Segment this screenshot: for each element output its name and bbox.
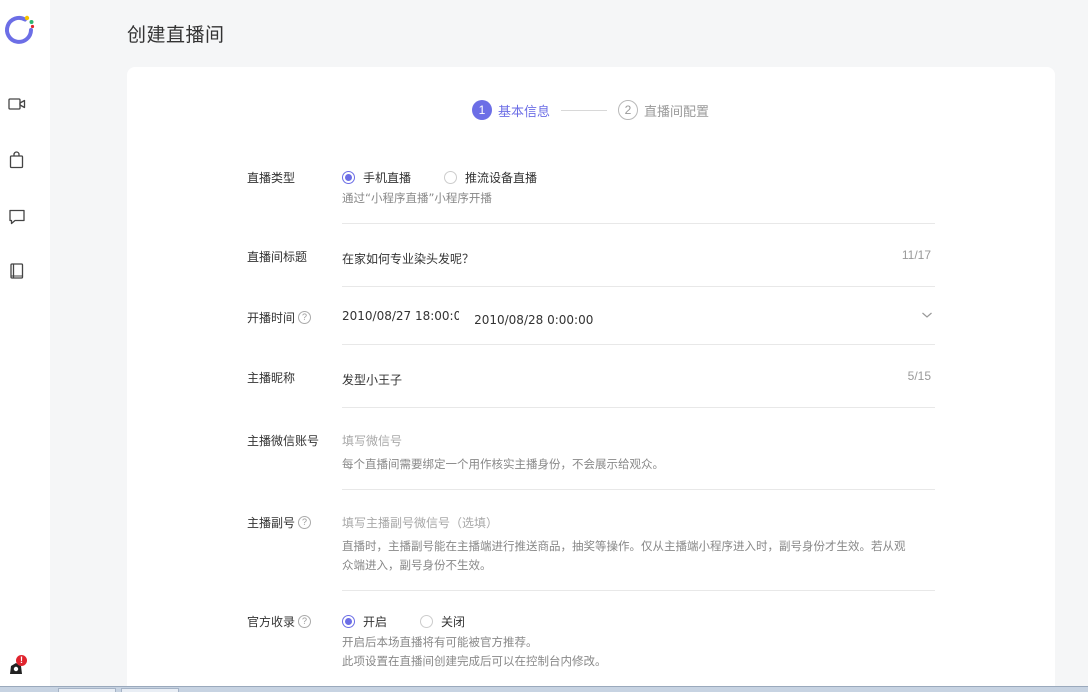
chevron-down-icon[interactable] xyxy=(921,309,933,321)
start-time-label-wrap: 开播时间 ? xyxy=(247,309,312,326)
start-time-label: 开播时间 xyxy=(247,311,296,325)
radio-checked-icon[interactable] xyxy=(342,615,355,628)
step-2-label: 直播间配置 xyxy=(644,104,710,120)
taskbar xyxy=(0,686,1088,692)
radio-checked-icon[interactable] xyxy=(342,171,355,184)
start-time-value[interactable]: 2010/08/27 18:00:0( xyxy=(342,309,459,323)
notification-badge[interactable]: ! xyxy=(16,655,27,666)
divider xyxy=(342,407,935,408)
anchor-nickname-value[interactable]: 发型小王子 xyxy=(342,373,402,387)
live-type-radio-group: 手机直播 推流设备直播 xyxy=(342,169,935,186)
form-card: 1 基本信息 2 直播间配置 直播类型 手机直播 推流设备直播 通过“小程序直播… xyxy=(127,67,1055,692)
radio-disable[interactable]: 关闭 xyxy=(420,613,465,630)
official-include-label-wrap: 官方收录 ? xyxy=(247,613,312,630)
shopping-bag-icon[interactable] xyxy=(8,151,26,169)
official-include-label: 官方收录 xyxy=(247,615,296,629)
divider xyxy=(342,590,935,591)
step-connector xyxy=(561,109,608,111)
help-icon[interactable]: ? xyxy=(298,311,312,324)
help-icon[interactable]: ? xyxy=(298,516,312,529)
divider xyxy=(342,286,935,287)
room-title-label: 直播间标题 xyxy=(247,250,308,264)
radio-unchecked-icon[interactable] xyxy=(444,171,458,184)
anchor-nickname-input[interactable]: 发型小王子 5/15 xyxy=(342,369,935,388)
sidebar: ! xyxy=(0,0,50,692)
end-time-value[interactable]: 2010/08/28 0:00:00 xyxy=(474,313,593,327)
taskbar-button[interactable] xyxy=(121,688,179,692)
anchor-wechat-label: 主播微信账号 xyxy=(247,434,320,448)
room-title-counter: 11/17 xyxy=(901,248,931,262)
help-icon[interactable]: ? xyxy=(298,615,312,628)
anchor-wechat-hint: 每个直播间需要绑定一个用作核实主播身份，不会展示给观众。 xyxy=(342,457,664,471)
live-type-label: 直播类型 xyxy=(247,171,296,185)
book-icon[interactable] xyxy=(8,262,26,280)
divider xyxy=(342,344,935,345)
anchor-wechat-input[interactable]: 填写微信号 xyxy=(342,432,935,449)
anchor-sub-label: 主播副号 xyxy=(247,516,296,530)
start-time-picker[interactable]: 2010/08/27 18:00:0( 2010/08/28 0:00:00 xyxy=(342,309,935,328)
chat-bubble-icon[interactable] xyxy=(8,208,26,226)
app-logo-icon[interactable] xyxy=(3,13,35,45)
official-include-control: 开启 关闭 开启后本场直播将有可能被官方推荐。 此项设置在直播间创建完成后可以在… xyxy=(342,613,935,671)
taskbar-button[interactable] xyxy=(58,688,116,692)
anchor-sub-control: 填写主播副号微信号（选填） 直播时，主播副号能在主播端进行推送商品，抽奖等操作。… xyxy=(342,514,935,575)
step-2-number: 2 xyxy=(618,100,639,120)
page-title: 创建直播间 xyxy=(127,24,225,46)
official-include-radio-group: 开启 关闭 xyxy=(342,613,935,630)
step-1-number: 1 xyxy=(472,100,492,120)
official-include-hint-line1: 开启后本场直播将有可能被官方推荐。 xyxy=(342,635,538,649)
anchor-sub-input[interactable]: 填写主播副号微信号（选填） xyxy=(342,514,935,531)
anchor-sub-hint-line2: 众端进入，副号身份不生效。 xyxy=(342,558,492,572)
radio-mobile-live-label[interactable]: 手机直播 xyxy=(363,169,411,186)
video-camera-icon[interactable] xyxy=(8,95,26,113)
anchor-nickname-counter: 5/15 xyxy=(907,369,931,383)
step-1-label: 基本信息 xyxy=(498,104,551,120)
anchor-wechat-control: 填写微信号 每个直播间需要绑定一个用作核实主播身份，不会展示给观众。 xyxy=(342,432,935,474)
anchor-sub-label-wrap: 主播副号 ? xyxy=(247,514,312,531)
anchor-nickname-label: 主播昵称 xyxy=(247,371,296,385)
radio-mobile-live[interactable]: 手机直播 xyxy=(342,169,411,186)
anchor-sub-hint-line1: 直播时，主播副号能在主播端进行推送商品，抽奖等操作。仅从主播端小程序进入时，副号… xyxy=(342,539,906,553)
divider xyxy=(342,223,935,224)
official-include-hint-line2: 此项设置在直播间创建完成后可以在控制台内修改。 xyxy=(342,654,607,668)
divider xyxy=(342,489,935,490)
radio-disable-label[interactable]: 关闭 xyxy=(441,613,465,630)
radio-enable[interactable]: 开启 xyxy=(342,613,387,630)
stepper: 1 基本信息 2 直播间配置 xyxy=(472,99,709,121)
radio-push-device-live[interactable]: 推流设备直播 xyxy=(444,169,537,186)
live-type-hint: 通过“小程序直播”小程序开播 xyxy=(342,191,492,205)
radio-push-device-live-label[interactable]: 推流设备直播 xyxy=(465,169,537,186)
room-title-value[interactable]: 在家如何专业染头发呢？ xyxy=(342,252,474,266)
live-type-control: 手机直播 推流设备直播 通过“小程序直播”小程序开播 xyxy=(342,169,935,208)
room-title-input[interactable]: 在家如何专业染头发呢？ 11/17 xyxy=(342,248,935,267)
radio-enable-label[interactable]: 开启 xyxy=(363,613,387,630)
radio-unchecked-icon[interactable] xyxy=(420,615,434,628)
